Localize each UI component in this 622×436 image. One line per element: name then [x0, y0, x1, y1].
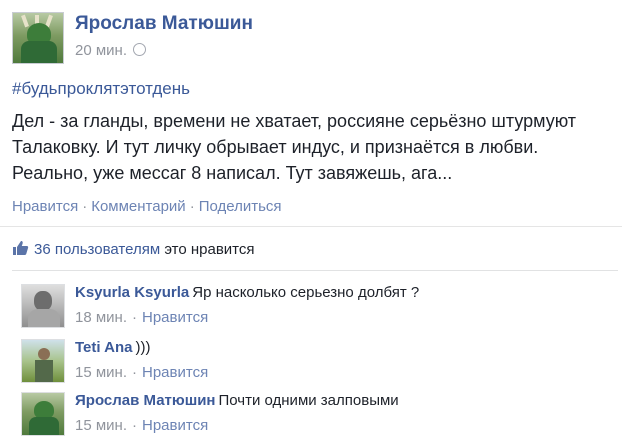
separator: · — [82, 198, 88, 215]
post-hashtag[interactable]: #будьпроклятэтотдень — [12, 79, 190, 99]
comment-button[interactable]: Комментарий — [91, 198, 185, 215]
comment-time[interactable]: 15 мин. — [75, 364, 127, 381]
comment-time[interactable]: 15 мин. — [75, 417, 127, 434]
separator: · — [132, 417, 137, 434]
post-text-line: Реально, уже мессаг 8 написал. Тут завяж… — [12, 163, 453, 183]
comment-author[interactable]: Ярослав Матюшин — [75, 392, 215, 409]
globe-icon[interactable] — [133, 43, 146, 56]
separator: · — [132, 309, 137, 326]
share-button[interactable]: Поделиться — [199, 198, 282, 215]
comment-text: Почти одними залповыми — [218, 392, 399, 409]
comment-meta: 15 мин. · Нравится — [75, 364, 208, 381]
comment-like-button[interactable]: Нравится — [142, 417, 208, 434]
comment-text: Яр насколько серьезно долбят ? — [192, 284, 420, 301]
commenter-avatar[interactable] — [21, 392, 65, 436]
comment-time[interactable]: 18 мин. — [75, 309, 127, 326]
separator: · — [132, 364, 137, 381]
post-actions: Нравится · Комментарий · Поделиться — [12, 198, 282, 215]
comment-text: ))) — [135, 339, 151, 356]
post-text: Дел - за гланды, времени не хватает, рос… — [12, 108, 612, 186]
commenter-avatar[interactable] — [21, 284, 65, 328]
divider — [12, 270, 618, 271]
likes-summary: 36 пользователям это нравится — [12, 240, 255, 258]
comment-author[interactable]: Ksyurla Ksyurla — [75, 284, 189, 301]
like-button[interactable]: Нравится — [12, 198, 78, 215]
post-text-line: Талаковку. И тут личку обрывает индус, и… — [12, 137, 539, 157]
comment-meta: 15 мин. · Нравится — [75, 417, 208, 434]
comment-meta: 18 мин. · Нравится — [75, 309, 208, 326]
post-author-name[interactable]: Ярослав Матюшин — [75, 13, 253, 35]
thumbs-up-icon — [13, 241, 29, 255]
post-text-line: Дел - за гланды, времени не хватает, рос… — [12, 111, 577, 131]
comment-like-button[interactable]: Нравится — [142, 309, 208, 326]
likes-count-link[interactable]: 36 пользователям — [34, 241, 160, 258]
divider — [0, 226, 622, 227]
comment-like-button[interactable]: Нравится — [142, 364, 208, 381]
likes-text: это нравится — [164, 241, 255, 258]
author-avatar[interactable] — [12, 12, 64, 64]
post-timestamp[interactable]: 20 мин. — [75, 42, 146, 59]
post-time-text[interactable]: 20 мин. — [75, 42, 127, 59]
commenter-avatar[interactable] — [21, 339, 65, 383]
separator: · — [189, 198, 195, 215]
comment-author[interactable]: Teti Ana — [75, 339, 133, 356]
